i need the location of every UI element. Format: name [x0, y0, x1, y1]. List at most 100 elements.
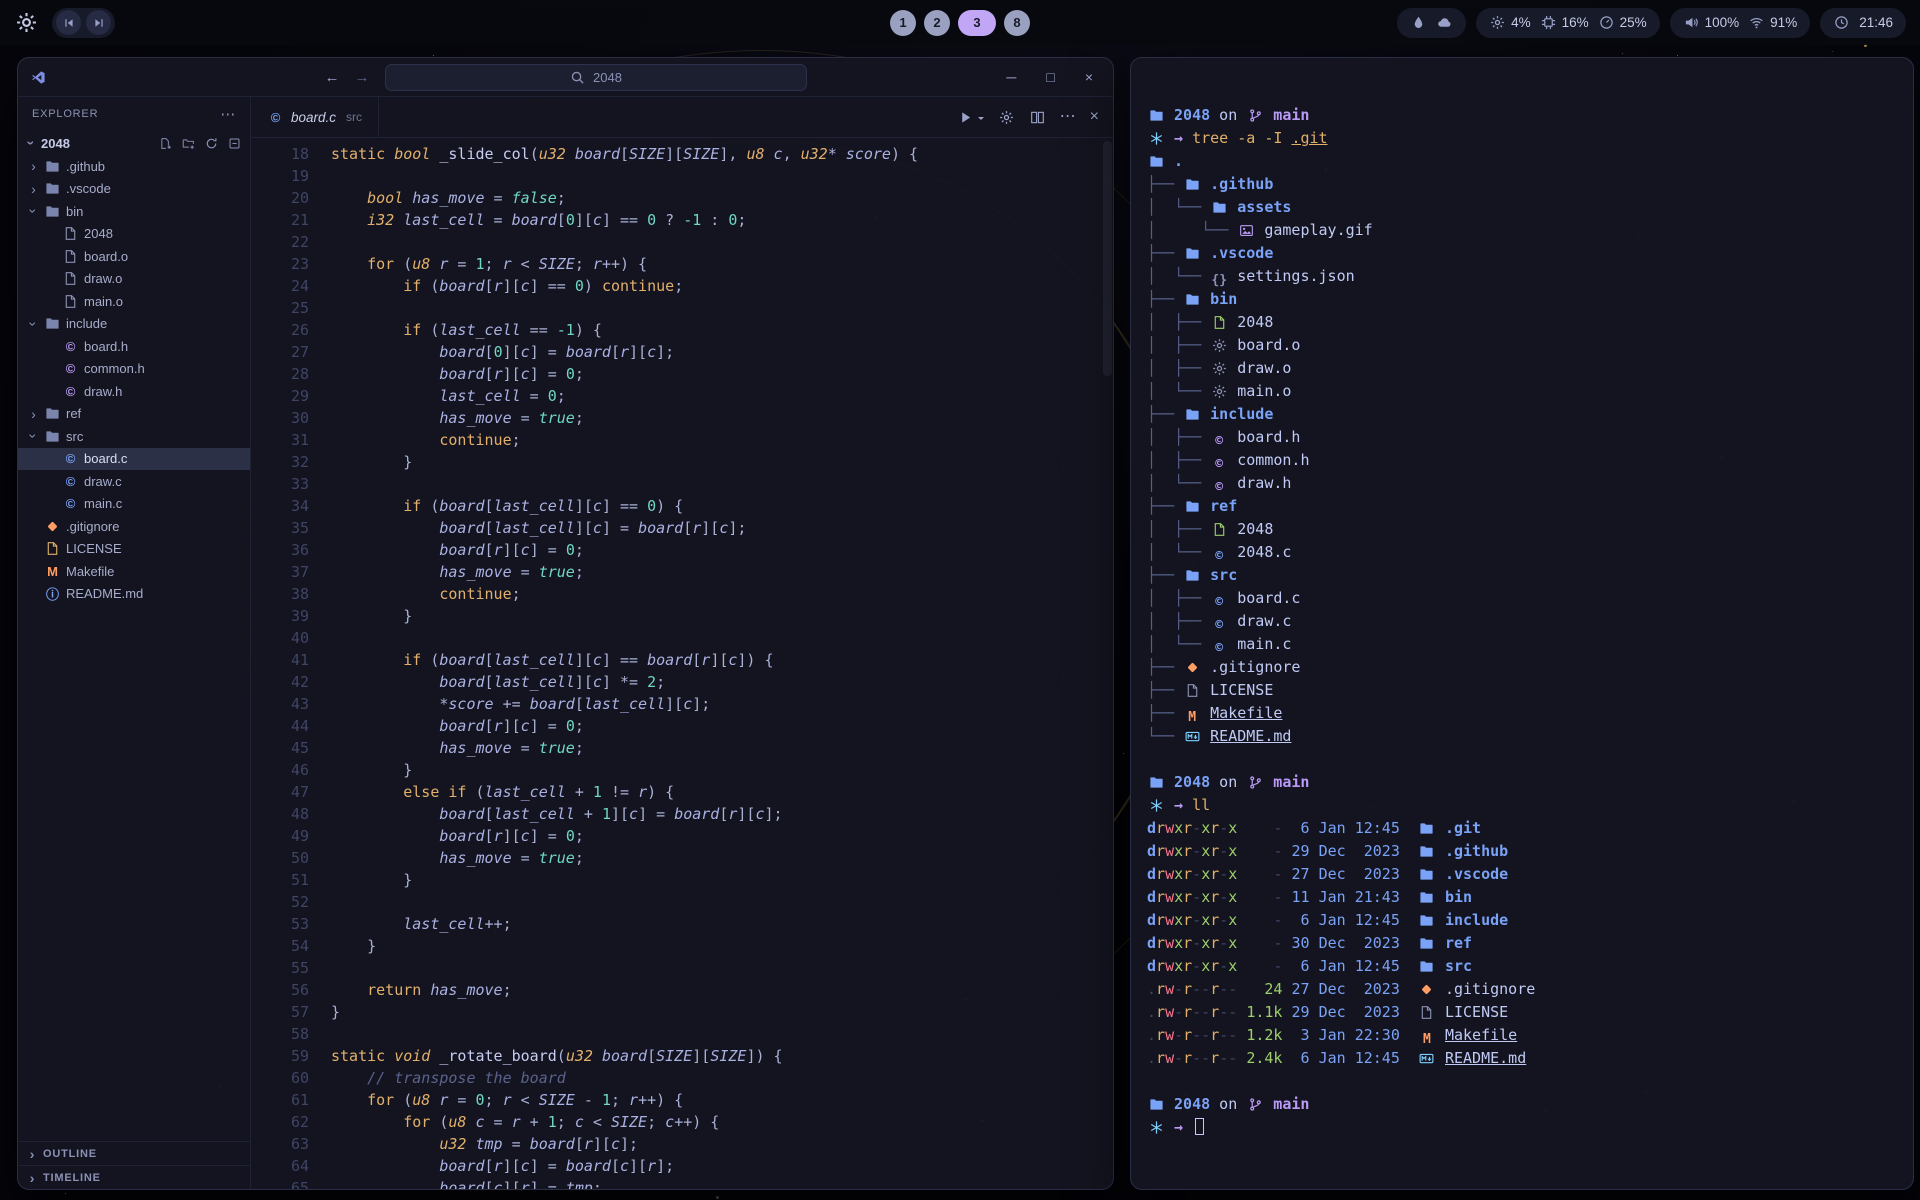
terminal-line: │ ├── 2048	[1147, 311, 1897, 334]
weather-widget[interactable]	[1397, 8, 1466, 38]
system-stats[interactable]: 4% 16% 25%	[1476, 8, 1660, 38]
tree-item-main.o[interactable]: main.o	[18, 290, 250, 313]
tree-item-Makefile[interactable]: MMakefile	[18, 560, 250, 583]
terminal-line: drwxr-xr-x - 6 Jan 12:45 include	[1147, 909, 1897, 932]
line-number: 37	[251, 561, 331, 583]
refresh-icon[interactable]	[204, 135, 219, 151]
run-file-button[interactable]	[957, 109, 974, 125]
terminal-line: drwxr-xr-x - 30 Dec 2023 ref	[1147, 932, 1897, 955]
terminal-line: ├── include	[1147, 403, 1897, 426]
code-line: 64 board[r][c] = board[c][r];	[251, 1155, 1113, 1177]
folder-icon	[44, 428, 61, 444]
terminal-line: │ └── main.o	[1147, 380, 1897, 403]
settings-gear-icon[interactable]	[998, 109, 1015, 125]
line-number: 49	[251, 825, 331, 847]
timeline-panel[interactable]: › TIMELINE	[18, 1165, 250, 1189]
collapse-all-icon[interactable]	[227, 135, 242, 151]
code-editor[interactable]: 18static bool _slide_col(u32 board[SIZE]…	[251, 138, 1113, 1189]
tree-item-board.o[interactable]: board.o	[18, 245, 250, 268]
make-icon: M	[44, 563, 61, 579]
nav-forward-button[interactable]: →	[355, 69, 370, 86]
more-actions-icon[interactable]: ⋯	[1060, 109, 1076, 125]
tree-item-src[interactable]: ›src	[18, 425, 250, 448]
maximize-button[interactable]: □	[1046, 69, 1054, 85]
folder-icon	[1418, 890, 1436, 906]
tab-board-c[interactable]: © board.c src	[251, 97, 379, 137]
tree-item-ref[interactable]: ›ref	[18, 403, 250, 426]
tree-item-.gitignore[interactable]: .gitignore	[18, 515, 250, 538]
file-icon	[1210, 315, 1228, 331]
tab-directory: src	[346, 110, 362, 124]
workspace-1[interactable]: 1	[890, 10, 916, 36]
c-file-icon: ©	[267, 109, 284, 125]
code-line: 24 if (board[r][c] == 0) continue;	[251, 275, 1113, 297]
tree-item-draw.o[interactable]: draw.o	[18, 268, 250, 291]
clock-widget[interactable]: 21:46	[1820, 8, 1906, 38]
explorer-more-icon[interactable]: ⋯	[220, 105, 236, 123]
terminal-line: .rw-r--r-- 1.1k 29 Dec 2023 LICENSE	[1147, 1001, 1897, 1024]
tree-item-draw.h[interactable]: ©draw.h	[18, 380, 250, 403]
tree-item-include[interactable]: ›include	[18, 313, 250, 336]
tree-item-bin[interactable]: ›bin	[18, 200, 250, 223]
new-folder-icon[interactable]	[181, 135, 196, 151]
code-line: 65 board[c][r] = tmp;	[251, 1177, 1113, 1189]
terminal-line: ├── .vscode	[1147, 242, 1897, 265]
folder-icon	[1147, 154, 1165, 170]
code-line: 27 board[0][c] = board[r][c];	[251, 341, 1113, 363]
code-line: 40	[251, 627, 1113, 649]
line-number: 56	[251, 979, 331, 1001]
terminal-window[interactable]: 2048 on main → tree -a -I .git .├── .git…	[1130, 57, 1914, 1190]
code-line: 54 }	[251, 935, 1113, 957]
tree-item-LICENSE[interactable]: LICENSE	[18, 538, 250, 561]
split-editor-icon[interactable]	[1029, 109, 1046, 125]
line-number: 62	[251, 1111, 331, 1133]
code-lines: 18static bool _slide_col(u32 board[SIZE]…	[251, 143, 1113, 1189]
folder-icon	[1147, 108, 1165, 124]
code-line: 21 i32 last_cell = board[0][c] == 0 ? -1…	[251, 209, 1113, 231]
terminal-line: → ll	[1147, 794, 1897, 817]
run-dropdown-icon[interactable]	[978, 117, 984, 123]
timeline-label: TIMELINE	[43, 1172, 101, 1184]
file-icon	[1183, 683, 1201, 699]
terminal-line: .	[1147, 150, 1897, 173]
editor-scrollbar[interactable]	[1103, 141, 1112, 376]
tree-item-board.c[interactable]: ©board.c	[18, 448, 250, 471]
tree-item-main.c[interactable]: ©main.c	[18, 493, 250, 516]
snow-icon	[1147, 131, 1165, 147]
command-center-search[interactable]: 2048	[385, 64, 807, 91]
line-number: 55	[251, 957, 331, 979]
line-number: 48	[251, 803, 331, 825]
close-button[interactable]: ×	[1085, 69, 1093, 85]
audio-network[interactable]: 100% 91%	[1670, 8, 1811, 38]
vscode-logo-icon	[30, 69, 47, 85]
close-editor-icon[interactable]: ×	[1090, 109, 1099, 125]
minimize-button[interactable]: ─	[1006, 69, 1016, 85]
code-text: if (board[last_cell][c] == 0) {	[331, 495, 683, 517]
workspace-8[interactable]: 8	[1004, 10, 1030, 36]
workspace-2[interactable]: 2	[924, 10, 950, 36]
new-file-icon[interactable]	[158, 135, 173, 151]
braces-icon: {}	[1210, 273, 1228, 289]
tree-item-common.h[interactable]: ©common.h	[18, 358, 250, 381]
tree-item-README.md[interactable]: ⓘREADME.md	[18, 583, 250, 606]
media-next-button[interactable]	[86, 10, 111, 35]
workspace-3[interactable]: 3	[958, 10, 996, 36]
git-icon	[1418, 982, 1436, 998]
outline-panel[interactable]: › OUTLINE	[18, 1141, 250, 1165]
project-root[interactable]: › 2048	[18, 131, 250, 155]
window-controls: ─ □ ×	[1006, 69, 1101, 85]
folder-icon	[1147, 1097, 1165, 1113]
tree-item-board.h[interactable]: ©board.h	[18, 335, 250, 358]
nav-back-button[interactable]: ←	[325, 69, 340, 86]
cs-icon: ©	[62, 496, 79, 512]
tree-item-2048[interactable]: 2048	[18, 223, 250, 246]
tree-item-.vscode[interactable]: ›.vscode	[18, 178, 250, 201]
speaker-icon	[1683, 15, 1700, 31]
media-prev-button[interactable]	[56, 10, 81, 35]
file-icon	[62, 293, 79, 309]
launcher-icon[interactable]	[14, 11, 38, 35]
branch-icon	[1246, 775, 1264, 791]
tree-item-draw.c[interactable]: ©draw.c	[18, 470, 250, 493]
code-text: if (board[last_cell][c] == board[r][c]) …	[331, 649, 774, 671]
tree-item-.github[interactable]: ›.github	[18, 155, 250, 178]
